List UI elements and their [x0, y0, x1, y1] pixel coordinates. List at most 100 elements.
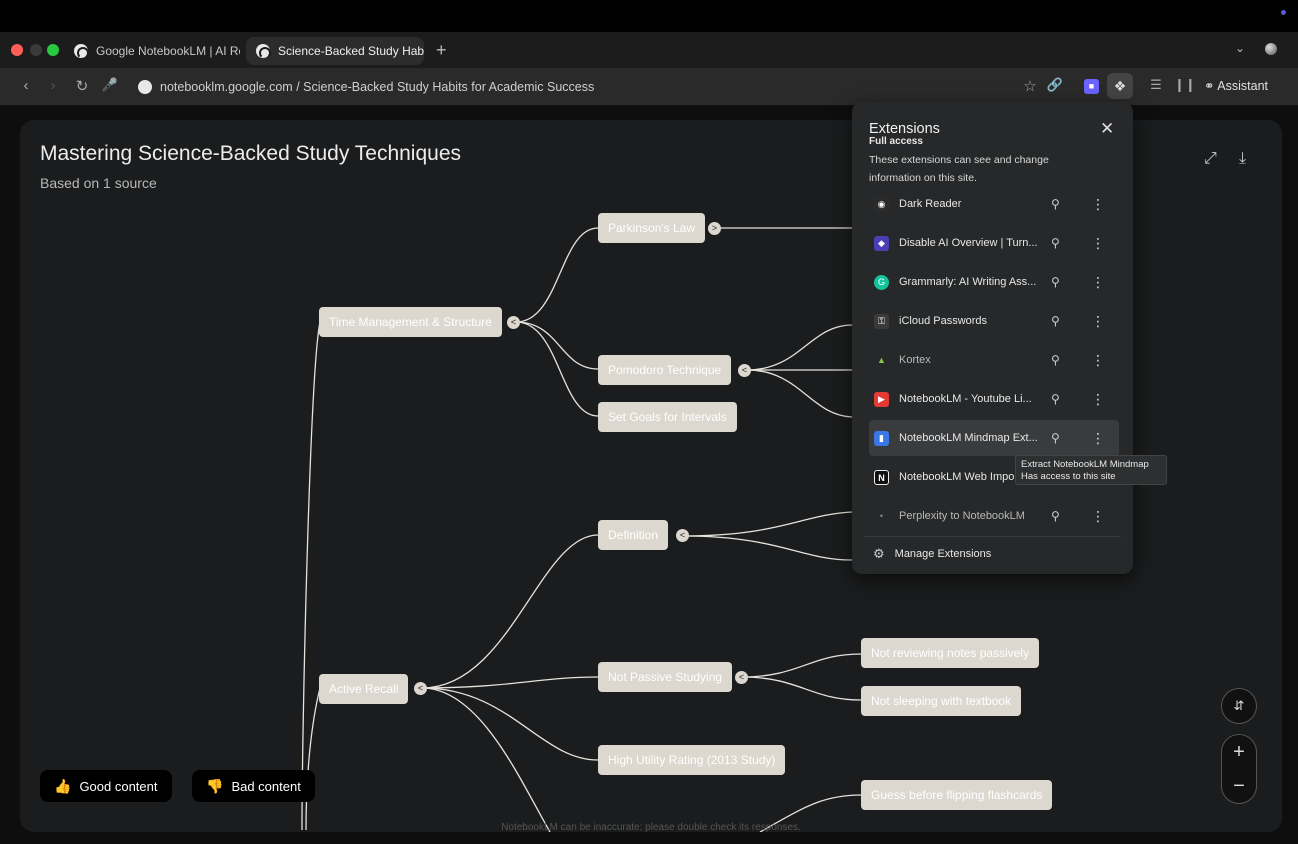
more-options-icon[interactable]: ⋮: [1091, 391, 1105, 408]
zoom-in-icon[interactable]: +: [1222, 741, 1256, 764]
assistant-button[interactable]: ⚭ Assistant: [1204, 78, 1268, 93]
more-options-icon[interactable]: ⋮: [1091, 313, 1105, 330]
perplexity-icon: •: [879, 510, 884, 521]
tab-google-notebooklm[interactable]: Google NotebookLM | AI Re: [64, 37, 240, 65]
extension-row-notebooklm-mindmap[interactable]: ▮ NotebookLM Mindmap Ext... ⚲ ⋮: [869, 420, 1119, 456]
node-high-utility[interactable]: High Utility Rating (2013 Study): [598, 745, 786, 775]
node-time-management[interactable]: Time Management & Structure: [319, 307, 502, 337]
collapse-handle[interactable]: <: [414, 682, 427, 695]
extension-row-grammarly[interactable]: G Grammarly: AI Writing Ass... ⚲ ⋮: [869, 264, 1119, 300]
audio-wave-icon[interactable]: ❙❙: [1174, 77, 1196, 93]
dark-reader-icon: ◉: [874, 196, 889, 212]
more-options-icon[interactable]: ⋮: [1091, 352, 1105, 369]
collapse-handle[interactable]: <: [507, 316, 520, 329]
tab-title: Science-Backed Study Habi: [278, 44, 424, 58]
extensions-popup: Extensions ✕ Full access These extension…: [852, 102, 1133, 574]
extension-row-icloud-passwords[interactable]: ⚿ iCloud Passwords ⚲ ⋮: [869, 303, 1119, 339]
good-content-button[interactable]: 👍 Good content: [40, 770, 172, 802]
bookmark-star-icon[interactable]: ☆: [1020, 77, 1040, 95]
more-options-icon[interactable]: ⋮: [1091, 235, 1105, 252]
pin-icon[interactable]: ⚲: [1051, 392, 1060, 406]
node-set-goals[interactable]: Set Goals for Intervals: [598, 402, 737, 432]
node-pomodoro[interactable]: Pomodoro Technique: [598, 355, 732, 385]
node-parkinsons-law[interactable]: Parkinson's Law: [598, 213, 705, 243]
zoom-out-icon[interactable]: −: [1222, 775, 1256, 798]
tooltip-title: Extract NotebookLM Mindmap: [1021, 459, 1149, 470]
pin-icon[interactable]: ⚲: [1051, 236, 1060, 250]
extension-name: NotebookLM Mindmap Ext...: [899, 432, 1038, 444]
node-definition[interactable]: Definition: [598, 520, 669, 550]
tab-science-study-habits[interactable]: Science-Backed Study Habi: [246, 37, 424, 65]
node-active-recall[interactable]: Active Recall: [319, 674, 409, 704]
tooltip-access: Has access to this site: [1021, 471, 1116, 482]
more-options-icon[interactable]: ⋮: [1091, 196, 1105, 213]
more-options-icon[interactable]: ⋮: [1091, 430, 1105, 447]
extension-row-disable-ai[interactable]: ◆ Disable AI Overview | Turn... ⚲ ⋮: [869, 225, 1119, 261]
manage-extensions-label: Manage Extensions: [894, 548, 992, 560]
pin-icon[interactable]: ⚲: [1051, 353, 1060, 367]
pinned-extension-icon[interactable]: ■: [1084, 79, 1099, 94]
chevron-up-down-icon: ⇵: [1233, 698, 1245, 713]
node-guess-before[interactable]: Guess before flipping flashcards: [861, 780, 1053, 810]
extensions-title: Extensions: [869, 121, 940, 137]
screen-top-bar: [0, 0, 1298, 32]
gear-icon: ⚙: [873, 546, 885, 561]
disable-ai-icon: ◆: [874, 235, 889, 251]
new-tab-button[interactable]: +: [436, 40, 447, 61]
pin-icon[interactable]: ⚲: [1051, 509, 1060, 523]
reload-icon[interactable]: ↻: [72, 77, 92, 95]
notebooklm-favicon-icon: [256, 44, 271, 59]
collapse-handle[interactable]: <: [735, 671, 748, 684]
microphone-icon[interactable]: 🎤: [100, 77, 120, 93]
tab-title: Google NotebookLM | AI Re: [96, 44, 240, 58]
extension-name: Disable AI Overview | Turn...: [899, 237, 1038, 249]
pin-icon[interactable]: ⚲: [1051, 275, 1060, 289]
thumbs-up-icon: 👍: [54, 777, 72, 794]
expand-collapse-all-button[interactable]: ⇵: [1221, 688, 1257, 724]
full-access-heading: Full access: [869, 136, 923, 145]
pin-icon[interactable]: ⚲: [1051, 197, 1060, 211]
expand-handle[interactable]: >: [708, 222, 721, 235]
link-icon[interactable]: 🔗: [1045, 77, 1065, 93]
address-bar[interactable]: notebooklm.google.com / Science-Backed S…: [134, 72, 1074, 102]
extension-name: Dark Reader: [899, 198, 962, 210]
more-options-icon[interactable]: ⋮: [1091, 274, 1105, 291]
minimize-window-button[interactable]: [30, 44, 42, 56]
zoom-controls: + −: [1221, 734, 1257, 804]
kortex-icon: ▲: [877, 354, 886, 365]
close-icon[interactable]: ✕: [1100, 119, 1114, 139]
bad-content-button[interactable]: 👎 Bad content: [192, 770, 315, 802]
youtube-icon: ▶: [874, 391, 889, 407]
url-text: notebooklm.google.com / Science-Backed S…: [160, 80, 595, 94]
extensions-puzzle-icon[interactable]: ❖: [1107, 73, 1133, 99]
chevron-down-icon[interactable]: ⌄: [1235, 41, 1245, 55]
back-arrow-icon[interactable]: ‹: [16, 77, 36, 94]
node-not-reviewing[interactable]: Not reviewing notes passively: [861, 638, 1040, 668]
manage-extensions-button[interactable]: ⚙ Manage Extensions: [873, 546, 991, 562]
bad-content-label: Bad content: [231, 778, 301, 794]
notebooklm-favicon-icon: [74, 44, 89, 59]
reading-list-icon[interactable]: ☰: [1146, 77, 1166, 93]
browser-tab-bar: Google NotebookLM | AI Re Science-Backed…: [0, 32, 1298, 68]
extension-tooltip: Extract NotebookLM Mindmap Has access to…: [1015, 455, 1167, 485]
pin-icon[interactable]: ⚲: [1051, 314, 1060, 328]
pin-icon[interactable]: ⚲: [1051, 431, 1060, 445]
divider: [864, 536, 1121, 537]
browser-toolbar: ‹ › ↻ 🎤 notebooklm.google.com / Science-…: [0, 68, 1298, 106]
profile-avatar[interactable]: [1265, 43, 1277, 55]
assistant-label: Assistant: [1217, 79, 1268, 93]
node-not-passive[interactable]: Not Passive Studying: [598, 662, 733, 692]
collapse-handle[interactable]: <: [676, 529, 689, 542]
forward-arrow-icon[interactable]: ›: [43, 77, 63, 94]
maximize-window-button[interactable]: [47, 44, 59, 56]
close-window-button[interactable]: [11, 44, 23, 56]
extension-row-notebooklm-youtube[interactable]: ▶ NotebookLM - Youtube Li... ⚲ ⋮: [869, 381, 1119, 417]
node-not-sleeping[interactable]: Not sleeping with textbook: [861, 686, 1022, 716]
extension-row-perplexity[interactable]: • Perplexity to NotebookLM ⚲ ⋮: [869, 498, 1119, 534]
extension-row-kortex[interactable]: ▲ Kortex ⚲ ⋮: [869, 342, 1119, 378]
collapse-handle[interactable]: <: [738, 364, 751, 377]
extension-row-dark-reader[interactable]: ◉ Dark Reader ⚲ ⋮: [869, 186, 1119, 222]
site-info-icon[interactable]: [138, 80, 152, 94]
extension-name: iCloud Passwords: [899, 315, 988, 327]
more-options-icon[interactable]: ⋮: [1091, 508, 1105, 525]
